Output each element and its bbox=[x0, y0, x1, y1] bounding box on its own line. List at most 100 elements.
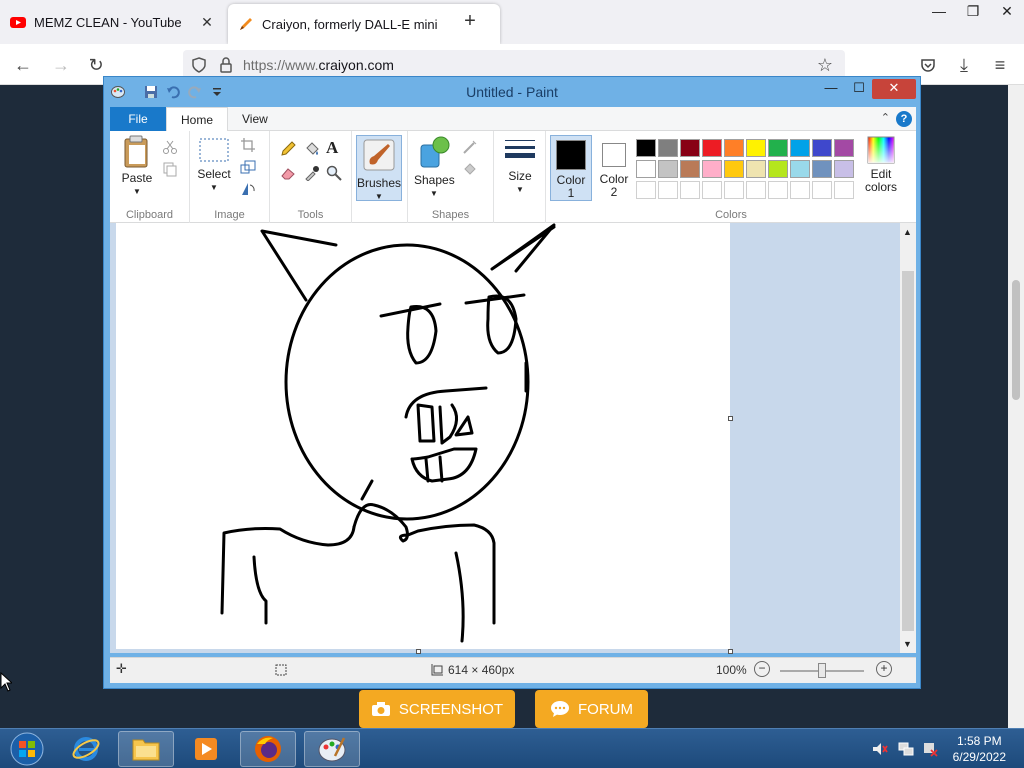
color-swatch[interactable] bbox=[680, 160, 700, 178]
canvas-vertical-scrollbar[interactable]: ▲ ▼ bbox=[900, 223, 916, 653]
volume-muted-icon[interactable] bbox=[872, 741, 888, 757]
paint-minimize-icon[interactable]: — bbox=[818, 79, 844, 99]
color-swatch[interactable] bbox=[834, 181, 854, 199]
paint-close-icon[interactable]: ✕ bbox=[872, 79, 916, 99]
action-center-icon[interactable] bbox=[922, 741, 938, 757]
eraser-icon[interactable] bbox=[280, 165, 296, 181]
page-scroll-thumb[interactable] bbox=[1012, 280, 1020, 400]
tab-view[interactable]: View bbox=[228, 107, 282, 131]
screenshot-button[interactable]: SCREENSHOT bbox=[359, 690, 515, 728]
outline-icon[interactable] bbox=[462, 139, 478, 155]
shapes-button[interactable]: Shapes ▼ bbox=[414, 135, 455, 200]
color-swatch[interactable] bbox=[702, 181, 722, 199]
help-icon[interactable]: ? bbox=[896, 111, 912, 127]
color-swatch[interactable] bbox=[768, 181, 788, 199]
system-clock[interactable]: 1:58 PM 6/29/2022 bbox=[953, 733, 1006, 765]
color-swatch[interactable] bbox=[790, 181, 810, 199]
color-swatch[interactable] bbox=[636, 139, 656, 157]
color-picker-icon[interactable] bbox=[304, 165, 320, 181]
pocket-icon[interactable] bbox=[920, 57, 936, 73]
resize-icon[interactable] bbox=[240, 159, 256, 175]
resize-handle-right[interactable] bbox=[728, 416, 733, 421]
paint-title-bar[interactable]: Untitled - Paint — ☐ ✕ bbox=[104, 77, 920, 107]
menu-icon[interactable]: ≡ bbox=[987, 52, 1013, 78]
size-button[interactable]: Size ▼ bbox=[500, 137, 540, 196]
color-swatch[interactable] bbox=[658, 181, 678, 199]
color-swatch[interactable] bbox=[746, 139, 766, 157]
brushes-button[interactable]: Brushes ▼ bbox=[356, 135, 402, 201]
color-swatch[interactable] bbox=[724, 139, 744, 157]
color1-button[interactable]: Color 1 bbox=[550, 135, 592, 201]
color-swatch[interactable] bbox=[834, 139, 854, 157]
zoom-in-icon[interactable]: + bbox=[876, 661, 892, 677]
color-swatch[interactable] bbox=[702, 160, 722, 178]
color-swatch[interactable] bbox=[680, 139, 700, 157]
zoom-out-icon[interactable]: − bbox=[754, 661, 770, 677]
paste-button[interactable]: Paste ▼ bbox=[118, 135, 156, 198]
color2-button[interactable]: Color 2 bbox=[594, 139, 634, 199]
color-swatch[interactable] bbox=[812, 160, 832, 178]
back-icon[interactable]: ← bbox=[10, 52, 36, 78]
select-button[interactable]: Select ▼ bbox=[194, 137, 234, 194]
shield-icon[interactable] bbox=[191, 57, 207, 73]
color-swatch[interactable] bbox=[658, 160, 678, 178]
color-swatch[interactable] bbox=[768, 139, 788, 157]
new-tab-button[interactable]: + bbox=[458, 10, 482, 34]
scroll-up-icon[interactable]: ▲ bbox=[903, 227, 912, 237]
color-swatch[interactable] bbox=[834, 160, 854, 178]
copy-icon[interactable] bbox=[162, 161, 178, 177]
bookmark-star-icon[interactable]: ☆ bbox=[812, 52, 838, 78]
color-swatch[interactable] bbox=[812, 181, 832, 199]
resize-handle-corner[interactable] bbox=[728, 649, 733, 654]
cut-icon[interactable] bbox=[162, 139, 178, 155]
file-explorer-button[interactable] bbox=[118, 731, 174, 767]
rotate-icon[interactable] bbox=[240, 181, 256, 197]
forum-button[interactable]: FORUM bbox=[535, 690, 648, 728]
text-tool-icon[interactable]: A bbox=[326, 138, 342, 157]
page-scrollbar[interactable] bbox=[1008, 85, 1024, 728]
chevron-up-icon[interactable]: ⌃ bbox=[881, 111, 890, 124]
color-swatch[interactable] bbox=[812, 139, 832, 157]
internet-explorer-button[interactable] bbox=[58, 731, 114, 767]
start-button[interactable] bbox=[2, 731, 52, 767]
scroll-down-icon[interactable]: ▼ bbox=[903, 639, 912, 649]
color-swatch[interactable] bbox=[636, 160, 656, 178]
close-icon[interactable]: ✕ bbox=[990, 0, 1024, 24]
forward-icon[interactable]: → bbox=[48, 52, 74, 78]
color-swatch[interactable] bbox=[636, 181, 656, 199]
paint-taskbar-button[interactable] bbox=[304, 731, 360, 767]
minimize-icon[interactable]: — bbox=[922, 0, 956, 24]
edit-colors-button[interactable]: Edit colors bbox=[856, 135, 906, 194]
network-icon[interactable] bbox=[898, 741, 914, 757]
tab-file[interactable]: File bbox=[110, 107, 166, 131]
color-swatch[interactable] bbox=[790, 139, 810, 157]
restore-icon[interactable]: ❐ bbox=[956, 0, 990, 24]
firefox-button[interactable] bbox=[240, 731, 296, 767]
magnifier-icon[interactable] bbox=[326, 165, 342, 181]
color-swatch[interactable] bbox=[724, 181, 744, 199]
color-swatch[interactable] bbox=[746, 160, 766, 178]
tab-youtube[interactable]: MEMZ CLEAN - YouTube ✕ bbox=[0, 0, 226, 44]
color-swatch[interactable] bbox=[658, 139, 678, 157]
tab-home[interactable]: Home bbox=[166, 107, 229, 132]
color-swatch[interactable] bbox=[746, 181, 766, 199]
crop-icon[interactable] bbox=[240, 137, 256, 153]
download-icon[interactable]: ⤓ bbox=[951, 52, 977, 78]
fill-icon[interactable] bbox=[462, 161, 478, 177]
close-tab-icon[interactable]: ✕ bbox=[198, 14, 216, 31]
color-swatch[interactable] bbox=[790, 160, 810, 178]
paint-maximize-icon[interactable]: ☐ bbox=[846, 79, 872, 99]
pencil-icon[interactable] bbox=[280, 141, 296, 157]
color-swatch[interactable] bbox=[680, 181, 700, 199]
canvas-scroll-thumb[interactable] bbox=[902, 271, 914, 631]
color-swatch[interactable] bbox=[702, 139, 722, 157]
zoom-slider-thumb[interactable] bbox=[818, 663, 826, 678]
color-swatch[interactable] bbox=[768, 160, 788, 178]
drawing-canvas[interactable] bbox=[116, 223, 730, 649]
color-swatch[interactable] bbox=[724, 160, 744, 178]
fill-bucket-icon[interactable] bbox=[304, 141, 320, 157]
media-player-button[interactable] bbox=[178, 731, 234, 767]
resize-handle-bottom[interactable] bbox=[416, 649, 421, 654]
lock-icon[interactable] bbox=[219, 57, 233, 73]
reload-icon[interactable]: ↻ bbox=[83, 52, 109, 78]
